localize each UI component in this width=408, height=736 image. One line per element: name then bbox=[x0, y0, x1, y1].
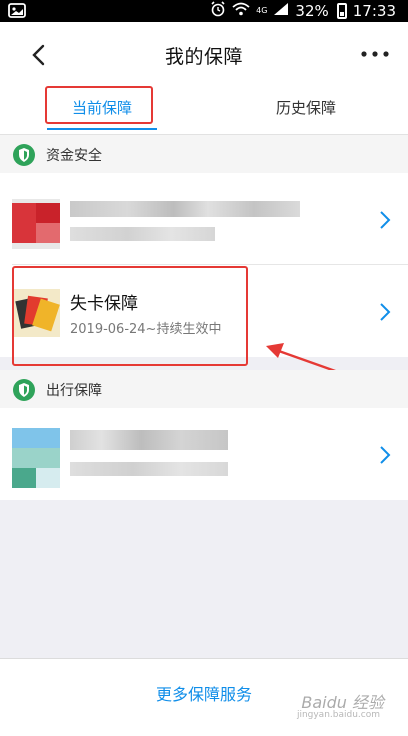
blurred-title bbox=[70, 201, 300, 217]
section-label: 出行保障 bbox=[46, 383, 102, 399]
blurred-title bbox=[70, 430, 228, 450]
shield-icon bbox=[12, 143, 36, 167]
watermark-url: jingyan.baidu.com bbox=[296, 710, 380, 720]
chevron-right-icon bbox=[378, 209, 392, 231]
blurred-subtitle bbox=[70, 227, 215, 241]
tab-underline bbox=[47, 128, 157, 130]
alarm-icon bbox=[210, 1, 226, 21]
tab-highlight-annotation bbox=[45, 86, 153, 124]
item-highlight-annotation bbox=[12, 266, 248, 366]
page-title: 我的保障 bbox=[164, 46, 243, 68]
chevron-right-icon bbox=[378, 301, 392, 323]
network-label: 4G bbox=[256, 6, 268, 15]
blurred-subtitle bbox=[70, 462, 228, 476]
list-item-blurred-1[interactable] bbox=[0, 173, 408, 265]
clock: 17:33 bbox=[352, 2, 396, 20]
battery-icon bbox=[336, 3, 347, 19]
signal-icon bbox=[273, 2, 289, 20]
navbar: 我的保障 bbox=[0, 22, 408, 86]
section-header-fund-safety: 资金安全 bbox=[0, 135, 408, 173]
shield-icon bbox=[12, 378, 36, 402]
section-label: 资金安全 bbox=[46, 148, 102, 164]
status-bar: 4G 32% 17:33 bbox=[0, 0, 408, 22]
notification-icon bbox=[8, 2, 26, 24]
wifi-icon bbox=[232, 2, 250, 20]
tab-history[interactable]: 历史保障 bbox=[204, 86, 408, 134]
chevron-right-icon bbox=[378, 444, 392, 466]
item-thumbnail bbox=[12, 428, 60, 488]
item-thumbnail bbox=[12, 199, 60, 249]
list-item-blurred-2[interactable] bbox=[0, 408, 408, 500]
section-header-travel: 出行保障 bbox=[0, 370, 408, 408]
battery-percent: 32% bbox=[295, 2, 329, 20]
more-dots-icon[interactable] bbox=[358, 44, 392, 64]
